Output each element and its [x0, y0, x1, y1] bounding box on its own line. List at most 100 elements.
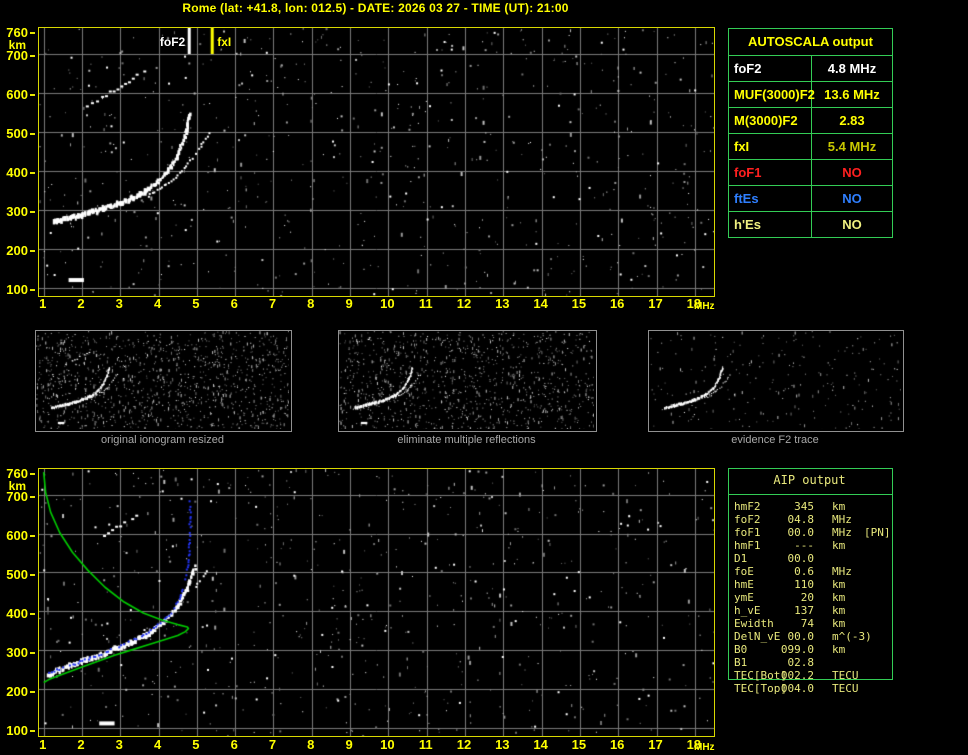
aip-row: DelN_vE00.0 m^(-3)	[728, 630, 903, 643]
aip-row: Ewidth74 km	[728, 617, 903, 630]
x-tick-label: 12	[451, 297, 477, 310]
station-date-time-title: Rome (lat: +41.8, lon: 012.5) - DATE: 20…	[38, 1, 713, 15]
x-tick-label: 15	[566, 738, 592, 751]
restored-ionogram-canvas	[39, 469, 714, 736]
aip-parameter-value: 74	[776, 617, 814, 630]
y-tick-mark	[30, 172, 35, 174]
x-tick-label: 4	[145, 297, 171, 310]
y-tick-label: 500	[0, 568, 28, 581]
y-tick-mark	[30, 613, 35, 615]
aip-row: foF204.8MHz	[728, 513, 903, 526]
x-tick-label: 10	[374, 738, 400, 751]
x-tick-label: 3	[106, 738, 132, 751]
aip-parameter-value: 20	[776, 591, 814, 604]
autoscala-table-rows: foF24.8 MHzMUF(3000)F213.6 MHzM(3000)F22…	[729, 56, 892, 237]
autoscala-parameter-label: M(3000)F2	[729, 108, 812, 133]
aip-parameter-value: 00.0	[776, 552, 814, 565]
y-tick-mark	[30, 289, 35, 291]
aip-row: B0099.0km	[728, 643, 903, 656]
y-tick-mark	[30, 211, 35, 213]
aip-row: hmF2345km	[728, 500, 903, 513]
x-tick-label: 10	[374, 297, 400, 310]
y-tick-label: 300	[0, 646, 28, 659]
bottom-plot-y-axis: 760700600500400300200100km	[0, 468, 36, 735]
autoscala-parameter-value: NO	[812, 212, 892, 237]
autoscala-parameter-label: fxI	[729, 134, 812, 159]
aip-parameter-unit: km	[832, 500, 845, 513]
aip-parameter-name: D1	[734, 552, 747, 565]
x-tick-label: 16	[604, 297, 630, 310]
thumbnail-caption-reflections: eliminate multiple reflections	[338, 434, 595, 447]
x-tick-label: 12	[451, 738, 477, 751]
aip-parameter-name: B1	[734, 656, 747, 669]
aip-parameter-name: hmF1	[734, 539, 761, 552]
aip-parameter-value: 345	[776, 500, 814, 513]
y-tick-mark	[30, 250, 35, 252]
autoscala-parameter-label: MUF(3000)F2	[729, 82, 812, 107]
y-axis-unit-label: km	[9, 479, 26, 493]
aip-parameter-unit: MHz	[832, 513, 852, 526]
autoscala-row: ftEsNO	[729, 186, 892, 212]
aip-parameter-name: foF2	[734, 513, 761, 526]
autoscala-parameter-value: 4.8 MHz	[812, 56, 892, 81]
aip-parameter-unit: km	[832, 617, 845, 630]
autoscala-row: fxI5.4 MHz	[729, 134, 892, 160]
x-tick-label: 6	[221, 297, 247, 310]
y-tick-label: 200	[0, 244, 28, 257]
y-tick-mark	[30, 496, 35, 498]
aip-row: hmE110km	[728, 578, 903, 591]
y-tick-mark	[30, 55, 35, 57]
x-tick-label: 15	[566, 297, 592, 310]
y-tick-label: 400	[0, 166, 28, 179]
y-tick-mark	[30, 691, 35, 693]
y-tick-mark	[30, 94, 35, 96]
aip-parameter-name: Ewidth	[734, 617, 774, 630]
x-axis-unit-label: MHz	[694, 742, 728, 753]
autoscala-parameter-value: NO	[812, 186, 892, 211]
aip-header-separator	[728, 494, 892, 495]
aip-parameter-unit: TECU	[832, 682, 859, 695]
x-tick-label: 3	[106, 297, 132, 310]
aip-parameter-value: ---	[776, 539, 814, 552]
y-tick-label: 100	[0, 283, 28, 296]
aip-parameter-note: [PN]	[864, 526, 891, 539]
aip-parameter-value: 00.0	[776, 526, 814, 539]
thumbnail-caption-f2-trace: evidence F2 trace	[648, 434, 902, 447]
aip-parameter-name: DelN_vE	[734, 630, 780, 643]
top-plot-x-axis: 123456789101112131415161718MHz	[38, 297, 738, 311]
y-tick-label: 200	[0, 685, 28, 698]
aip-row: foE0.6MHz	[728, 565, 903, 578]
x-tick-label: 7	[260, 297, 286, 310]
aip-parameter-unit: m^(-3)	[832, 630, 872, 643]
aip-row: TEC[Top]004.0TECU	[728, 682, 903, 695]
fof2-marker-label: foF2	[143, 35, 185, 49]
autoscala-parameter-value: 5.4 MHz	[812, 134, 892, 159]
x-tick-label: 13	[489, 738, 515, 751]
autoscala-row: M(3000)F22.83	[729, 108, 892, 134]
aip-parameter-unit: km	[832, 578, 845, 591]
autoscala-parameter-label: ftEs	[729, 186, 812, 211]
autoscala-row: MUF(3000)F213.6 MHz	[729, 82, 892, 108]
aip-parameter-value: 0.6	[776, 565, 814, 578]
y-tick-label: 400	[0, 607, 28, 620]
aip-parameter-name: foE	[734, 565, 754, 578]
x-tick-label: 17	[643, 738, 669, 751]
y-tick-mark	[30, 133, 35, 135]
x-tick-label: 5	[183, 738, 209, 751]
aip-table-rows: hmF2345kmfoF204.8MHzfoF100.0MHz[PN]hmF1-…	[728, 500, 903, 695]
aip-row: D1 00.0	[728, 552, 903, 565]
bottom-plot-x-axis: 123456789101112131415161718MHz	[38, 738, 738, 752]
y-tick-label: 300	[0, 205, 28, 218]
x-tick-label: 8	[298, 297, 324, 310]
x-tick-label: 9	[336, 738, 362, 751]
aip-parameter-value: 00.0	[776, 630, 814, 643]
y-tick-label: 100	[0, 724, 28, 737]
x-tick-label: 1	[30, 738, 56, 751]
aip-parameter-unit: km	[832, 604, 845, 617]
top-plot-y-axis: 760700600500400300200100km	[0, 27, 36, 295]
x-tick-label: 4	[145, 738, 171, 751]
aip-parameter-unit: km	[832, 643, 845, 656]
autoscala-row: h'EsNO	[729, 212, 892, 237]
thumbnail-original-canvas	[36, 331, 289, 429]
x-tick-label: 2	[68, 738, 94, 751]
